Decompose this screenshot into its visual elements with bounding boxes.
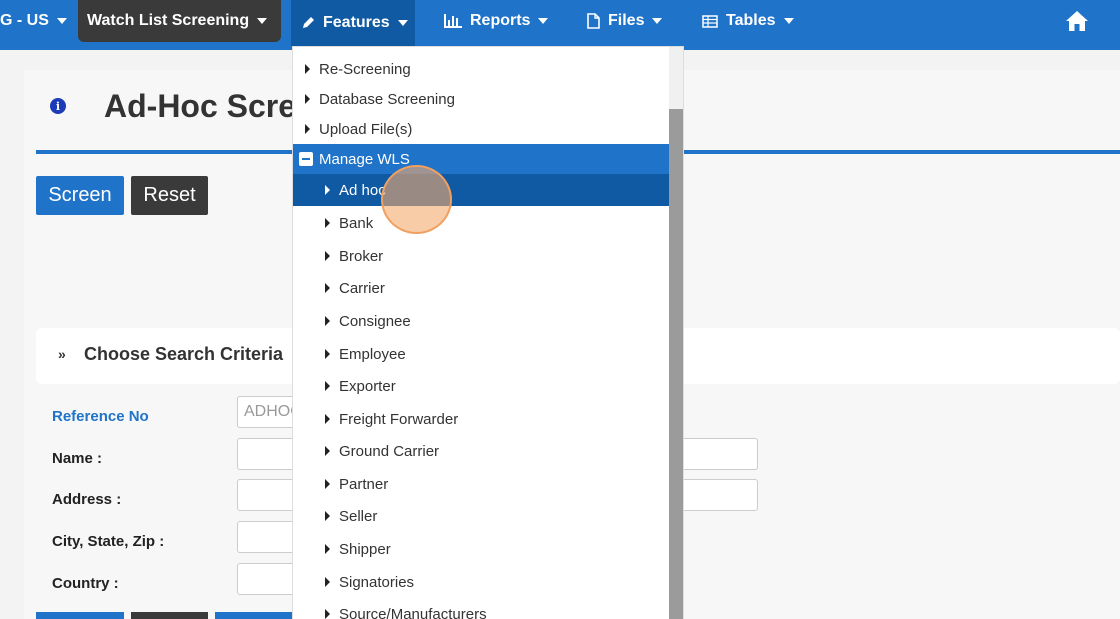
caret-right-icon [325,381,330,391]
menu-item-upload-files[interactable]: Upload File(s) [293,114,669,144]
caret-right-icon [325,609,330,619]
submenu-item-exporter[interactable]: Exporter [293,370,669,402]
caret-down-icon [652,18,663,24]
address-input-secondary[interactable] [680,479,758,511]
caret-down-icon [257,18,268,24]
submenu-item-broker[interactable]: Broker [293,240,669,272]
menu-item-database-screening[interactable]: Database Screening [293,84,669,114]
bar-chart-icon [444,14,462,28]
bottom-button-3[interactable] [215,612,292,619]
caret-right-icon [325,577,330,587]
menu-item-label: Upload File(s) [319,120,413,138]
nav-tables[interactable]: Tables [702,0,794,42]
info-icon[interactable]: i [50,98,66,114]
submenu-item-seller[interactable]: Seller [293,500,669,532]
pencil-icon [303,17,314,28]
double-chevron-down-icon[interactable]: » [58,346,66,362]
city-state-zip-label: City, State, Zip : [52,533,165,550]
menu-item-label: Broker [339,247,384,265]
caret-right-icon [325,349,330,359]
menu-item-label: Consignee [339,312,411,330]
submenu-item-ground-carrier[interactable]: Ground Carrier [293,435,669,467]
org-label: G - US [0,12,49,29]
menu-item-manage-wls[interactable]: Manage WLS [293,144,669,174]
menu-item-label: Shipper [339,540,391,558]
submenu-item-shipper[interactable]: Shipper [293,533,669,565]
nav-files-label: Files [608,12,645,29]
nav-features-label: Features [323,14,390,31]
home-icon[interactable] [1064,8,1090,34]
nav-features[interactable]: Features [291,0,415,46]
submenu-item-signatories[interactable]: Signatories [293,566,669,598]
menu-item-label: Signatories [339,573,415,591]
submenu-item-consignee[interactable]: Consignee [293,305,669,337]
nav-reports[interactable]: Reports [444,0,549,42]
submenu-item-carrier[interactable]: Carrier [293,272,669,304]
submenu-item-freight-forwarder[interactable]: Freight Forwarder [293,403,669,435]
caret-right-icon [325,218,330,228]
caret-right-icon [305,124,310,134]
menu-item-label: Carrier [339,279,385,297]
caret-right-icon [325,316,330,326]
caret-right-icon [325,251,330,261]
page-title: Ad-Hoc Scre [104,88,297,124]
caret-right-icon [325,283,330,293]
bottom-button-2[interactable] [131,612,208,619]
top-navbar: G - US Watch List Screening Features Rep… [0,0,1120,50]
name-label: Name : [52,450,103,467]
menu-item-label: Ground Carrier [339,442,440,460]
caret-right-icon [325,185,330,195]
menu-item-label: Database Screening [319,90,455,108]
nav-tables-label: Tables [726,12,776,29]
menu-item-label: Manage WLS [319,150,410,168]
features-dropdown-menu: Re-Screening Database Screening Upload F… [292,46,684,619]
menu-item-label: Seller [339,507,378,525]
reset-button[interactable]: Reset [131,176,208,215]
nav-files[interactable]: Files [587,0,663,42]
menu-item-label: Exporter [339,377,396,395]
file-icon [587,13,600,29]
org-selector[interactable]: G - US [0,0,67,42]
menu-item-label: Freight Forwarder [339,410,459,428]
dropdown-scrollbar-thumb[interactable] [669,109,683,619]
caret-right-icon [325,544,330,554]
caret-right-icon [325,511,330,521]
nav-reports-label: Reports [470,12,531,29]
menu-item-re-screening[interactable]: Re-Screening [293,54,669,84]
caret-right-icon [305,94,310,104]
collapse-minus-icon [299,152,313,166]
caret-right-icon [305,64,310,74]
caret-right-icon [325,446,330,456]
screen-button[interactable]: Screen [36,176,124,215]
submenu-item-ad-hoc[interactable]: Ad hoc [293,174,669,206]
caret-right-icon [325,414,330,424]
caret-down-icon [397,20,408,26]
menu-item-label: Employee [339,345,406,363]
caret-down-icon [783,18,794,24]
name-input-secondary[interactable] [680,438,758,470]
menu-item-label: Source/Manufacturers [339,605,487,619]
caret-down-icon [56,18,67,24]
table-icon [702,14,718,28]
click-indicator [381,165,452,234]
submenu-item-source-manufacturers[interactable]: Source/Manufacturers [293,598,669,619]
menu-item-label: Ad hoc [339,181,386,199]
menu-item-label: Partner [339,475,389,493]
submenu-item-employee[interactable]: Employee [293,338,669,370]
search-criteria-title: Choose Search Criteria [84,344,284,364]
submenu-item-bank[interactable]: Bank [293,207,669,239]
caret-down-icon [538,18,549,24]
address-label: Address : [52,491,122,508]
reference-no-label: Reference No [52,408,149,425]
country-label: Country : [52,575,119,592]
nav-watch-list-screening[interactable]: Watch List Screening [78,0,282,42]
nav-wls-label: Watch List Screening [87,12,250,29]
menu-item-label: Bank [339,214,374,232]
bottom-button-1[interactable] [36,612,124,619]
submenu-item-partner[interactable]: Partner [293,468,669,500]
menu-item-label: Re-Screening [319,60,411,78]
caret-right-icon [325,479,330,489]
